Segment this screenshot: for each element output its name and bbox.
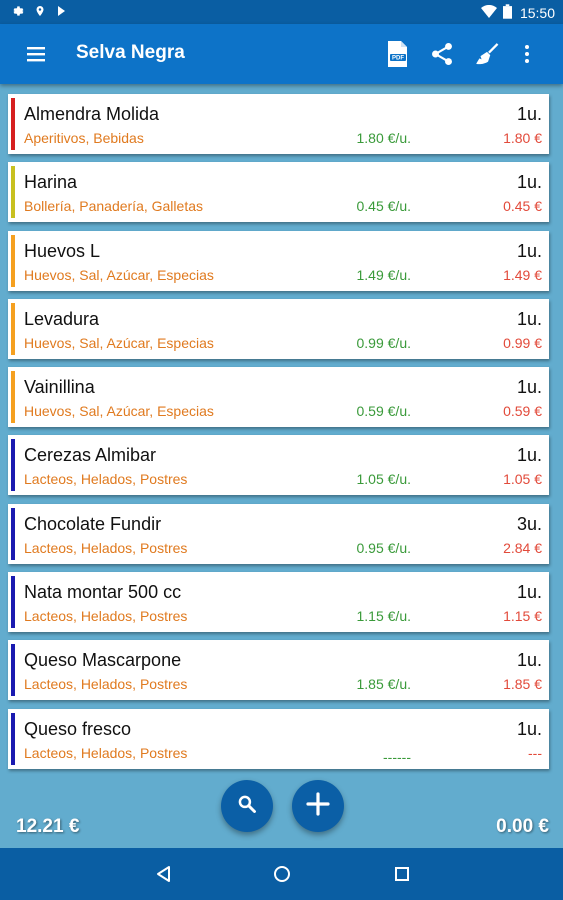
- item-quantity: 1u.: [516, 308, 542, 329]
- location-icon: [34, 4, 46, 23]
- list-item[interactable]: Nata montar 500 cc 1u. Lacteos, Helados,…: [8, 572, 549, 633]
- item-quantity: 1u.: [516, 104, 542, 124]
- item-categories: Lacteos, Helados, Postres: [24, 744, 188, 761]
- add-fab-button[interactable]: [292, 780, 344, 832]
- item-total: 1.05 €: [503, 471, 542, 488]
- list-item[interactable]: Harina 1u. Bollería, Panadería, Galletas…: [8, 162, 549, 223]
- item-unit-price: 0.95 €/u.: [356, 539, 412, 556]
- item-total: 0.99 €: [503, 334, 542, 351]
- item-name: Queso Mascarpone: [24, 650, 182, 671]
- battery-icon: [502, 4, 512, 22]
- broom-clean-icon[interactable]: [471, 38, 503, 70]
- item-total: 1.49 €: [503, 266, 542, 283]
- item-total: ---: [528, 744, 542, 761]
- list-item[interactable]: Vainillina 1u. Huevos, Sal, Azúcar, Espe…: [8, 367, 549, 428]
- category-color-bar: [11, 166, 15, 219]
- more-vert-icon[interactable]: [511, 38, 543, 70]
- wifi-icon: [480, 4, 497, 22]
- list-item[interactable]: Cerezas Almibar 1u. Lacteos, Helados, Po…: [8, 435, 549, 496]
- item-categories: Lacteos, Helados, Postres: [24, 539, 188, 556]
- item-unit-price: 1.05 €/u.: [356, 471, 412, 488]
- item-categories: Lacteos, Helados, Postres: [24, 471, 188, 488]
- svg-text:PDF: PDF: [392, 56, 404, 62]
- list-item[interactable]: Levadura 1u. Huevos, Sal, Azúcar, Especi…: [8, 298, 549, 359]
- item-total: 1.15 €: [503, 608, 542, 625]
- category-color-bar: [11, 644, 15, 697]
- item-total: 2.84 €: [503, 539, 542, 556]
- settings-gear-icon: [10, 4, 24, 23]
- item-quantity: 1u.: [516, 650, 542, 671]
- item-total: 1.80 €: [503, 130, 542, 146]
- list-item[interactable]: Queso fresco 1u. Lacteos, Helados, Postr…: [8, 708, 549, 769]
- item-name: Queso fresco: [24, 718, 132, 739]
- menu-icon[interactable]: [24, 42, 48, 66]
- item-total: 0.45 €: [503, 198, 542, 215]
- status-right-icons: 15:50: [480, 4, 555, 22]
- list-item[interactable]: Chocolate Fundir 3u. Lacteos, Helados, P…: [8, 503, 549, 564]
- app-bar: Selva Negra PDF: [0, 24, 563, 84]
- item-name: Harina: [24, 172, 78, 193]
- item-quantity: 1u.: [516, 240, 542, 261]
- pdf-icon[interactable]: PDF: [381, 38, 413, 70]
- item-unit-price: 1.15 €/u.: [356, 608, 412, 625]
- item-categories: Huevos, Sal, Azúcar, Especias: [24, 403, 214, 420]
- item-quantity: 3u.: [516, 513, 542, 534]
- status-left-icons: [10, 4, 68, 23]
- item-quantity: 1u.: [516, 718, 542, 739]
- play-store-icon: [56, 4, 68, 23]
- item-name: Cerezas Almibar: [24, 445, 157, 466]
- home-icon[interactable]: [270, 862, 294, 886]
- total-right: 0.00 €: [496, 816, 549, 837]
- item-categories: Lacteos, Helados, Postres: [24, 608, 188, 625]
- search-icon: [237, 794, 257, 819]
- total-left: 12.21 €: [16, 816, 80, 837]
- item-unit-price: 1.49 €/u.: [356, 266, 412, 283]
- system-nav-bar: [0, 848, 563, 900]
- item-unit-price: 0.99 €/u.: [356, 334, 412, 351]
- item-unit-price: ------: [383, 748, 411, 765]
- item-name: Almendra Molida: [24, 104, 160, 124]
- item-unit-price: 0.59 €/u.: [356, 403, 412, 420]
- item-name: Chocolate Fundir: [24, 513, 162, 534]
- item-name: Vainillina: [24, 377, 95, 398]
- item-categories: Huevos, Sal, Azúcar, Especias: [24, 334, 214, 351]
- item-unit-price: 0.45 €/u.: [356, 198, 412, 215]
- item-unit-price: 1.85 €/u.: [356, 676, 412, 693]
- item-categories: Huevos, Sal, Azúcar, Especias: [24, 266, 214, 283]
- add-icon: [306, 791, 330, 821]
- item-quantity: 1u.: [516, 377, 542, 398]
- item-categories: Aperitivos, Bebidas: [24, 130, 144, 146]
- item-quantity: 1u.: [516, 445, 542, 466]
- status-bar: 15:50: [0, 0, 563, 24]
- recents-icon[interactable]: [390, 862, 414, 886]
- category-color-bar: [11, 576, 15, 629]
- item-total: 0.59 €: [503, 403, 542, 420]
- shopping-list: Almendra Molida 1u. Aperitivos, Bebidas …: [8, 94, 549, 777]
- back-icon[interactable]: [152, 862, 176, 886]
- item-unit-price: 1.80 €/u.: [356, 130, 412, 146]
- category-color-bar: [11, 712, 15, 765]
- category-color-bar: [11, 439, 15, 492]
- item-name: Nata montar 500 cc: [24, 582, 182, 603]
- category-color-bar: [11, 507, 15, 560]
- item-name: Huevos L: [24, 240, 101, 261]
- category-color-bar: [11, 302, 15, 355]
- category-color-bar: [11, 234, 15, 287]
- item-categories: Lacteos, Helados, Postres: [24, 676, 188, 693]
- item-quantity: 1u.: [516, 172, 542, 193]
- page-title: Selva Negra: [76, 42, 185, 63]
- search-fab-button[interactable]: [221, 780, 273, 832]
- share-icon[interactable]: [426, 38, 458, 70]
- item-total: 1.85 €: [503, 676, 542, 693]
- list-item[interactable]: Huevos L 1u. Huevos, Sal, Azúcar, Especi…: [8, 230, 549, 291]
- list-item[interactable]: Almendra Molida 1u. Aperitivos, Bebidas …: [8, 94, 549, 154]
- status-time: 15:50: [519, 5, 555, 21]
- item-name: Levadura: [24, 308, 100, 329]
- list-item[interactable]: Queso Mascarpone 1u. Lacteos, Helados, P…: [8, 640, 549, 701]
- item-categories: Bollería, Panadería, Galletas: [24, 198, 203, 215]
- category-color-bar: [11, 371, 15, 424]
- category-color-bar: [11, 98, 15, 150]
- item-quantity: 1u.: [516, 582, 542, 603]
